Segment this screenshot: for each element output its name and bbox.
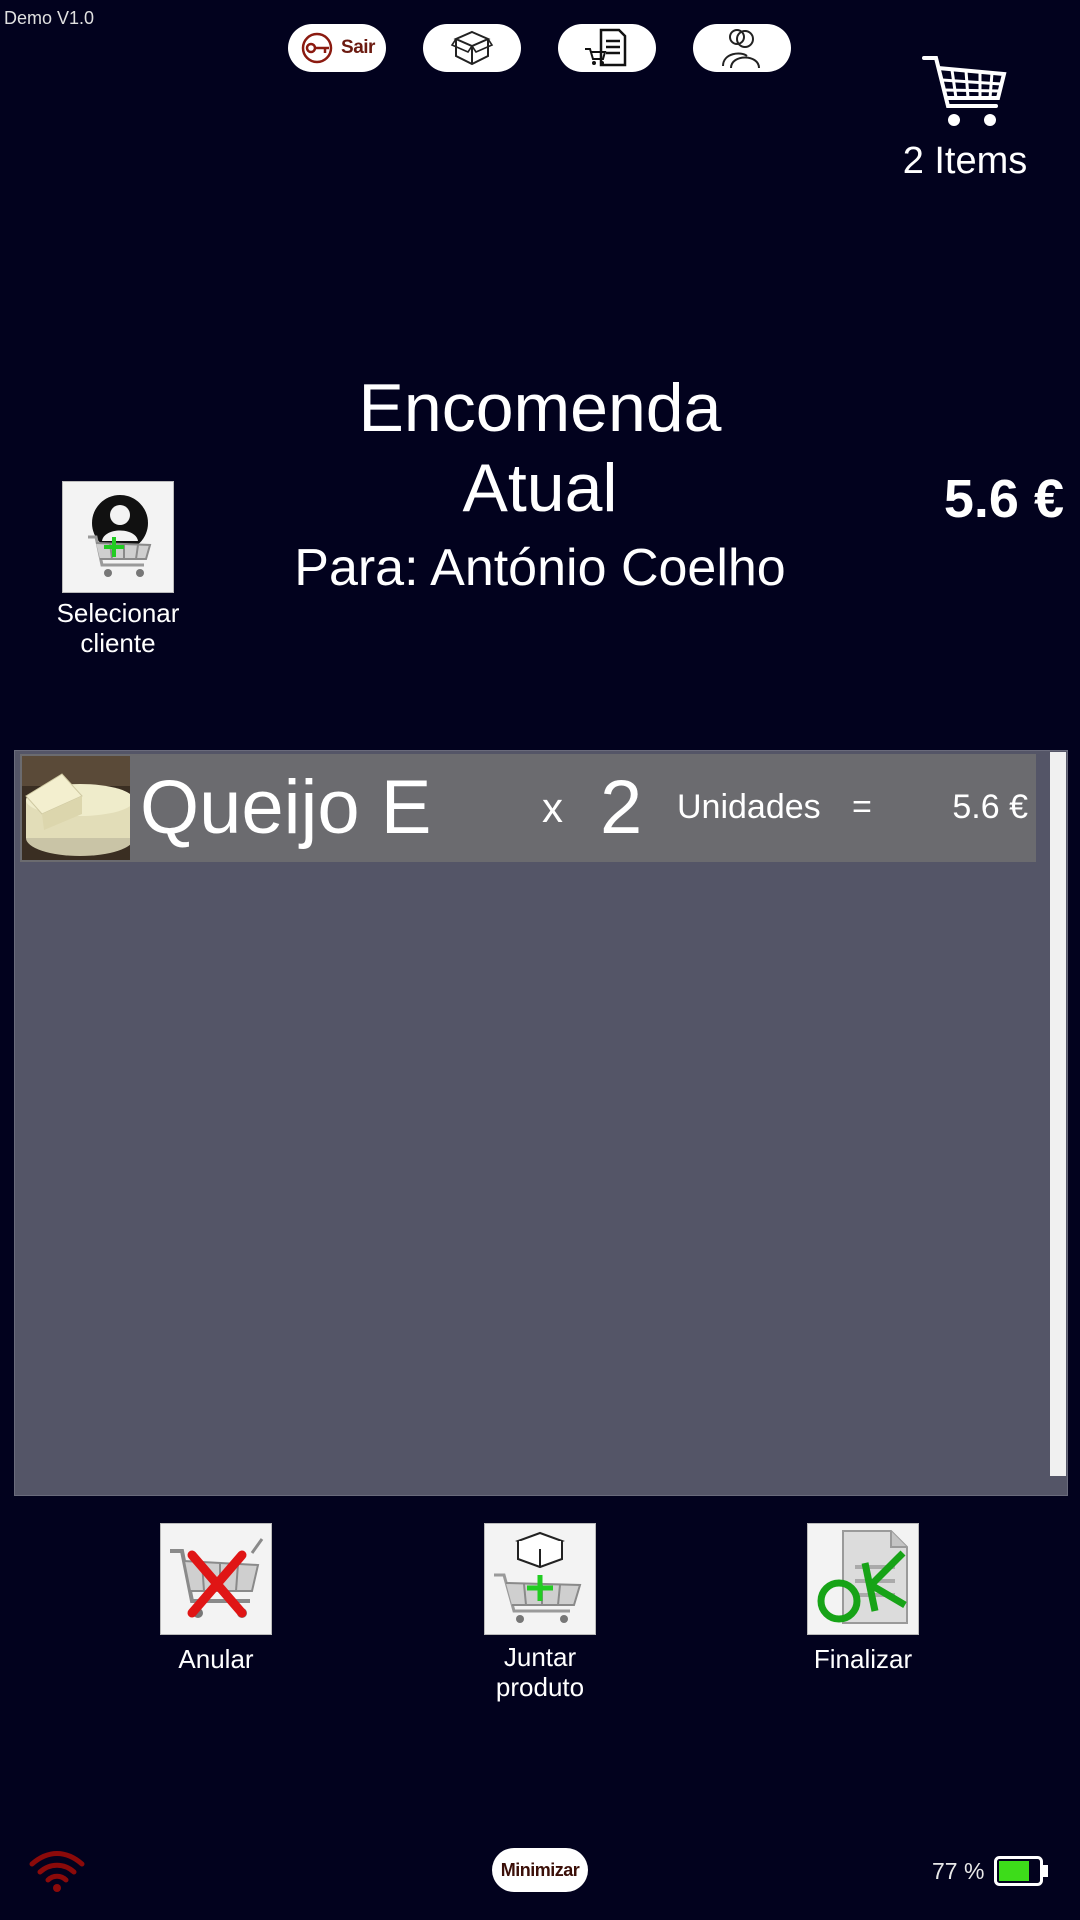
minimize-button[interactable]: Minimizar (492, 1848, 588, 1892)
cart-document-icon (583, 27, 631, 69)
page-title-line1: Encomenda (358, 370, 722, 446)
equals-sign: = (852, 788, 872, 826)
product-name: Queijo E (140, 765, 432, 850)
cart-item-count: 2 Items (902, 140, 1028, 182)
product-image (22, 756, 130, 860)
select-customer-button[interactable] (62, 481, 174, 593)
product-unit: Unidades (677, 788, 821, 826)
add-product-label: Juntar produto (495, 1642, 585, 1702)
add-product-icon (490, 1527, 590, 1632)
cancel-order-button[interactable] (160, 1523, 272, 1635)
cart-icon[interactable] (922, 54, 1008, 137)
box-icon (450, 28, 494, 68)
cancel-order-label: Anular (178, 1644, 254, 1674)
list-scrollbar[interactable] (1050, 752, 1066, 1476)
order-header: Encomenda Atual Para: António Coelho (240, 368, 840, 600)
cancel-cart-icon (166, 1527, 266, 1632)
orders-button[interactable] (558, 24, 656, 72)
exit-label: Sair (341, 37, 375, 58)
finish-order-button[interactable] (807, 1523, 919, 1635)
users-icon (719, 26, 765, 70)
battery-percentage: 77 % (932, 1858, 985, 1884)
battery-icon (994, 1856, 1050, 1891)
finish-order-label: Finalizar (813, 1644, 913, 1674)
page-title-line2: Atual (462, 450, 618, 526)
customer-cart-icon (68, 485, 168, 590)
order-total: 5.6 € (943, 469, 1064, 529)
product-quantity: 2 (600, 765, 643, 850)
product-line-price: 5.6 € (952, 788, 1028, 826)
order-customer: Para: António Coelho (294, 539, 786, 597)
quantity-times-sign: x (542, 784, 563, 831)
customers-button[interactable] (693, 24, 791, 72)
ok-document-icon (813, 1527, 913, 1632)
exit-button[interactable]: Sair (288, 24, 386, 72)
key-icon (299, 32, 337, 64)
wifi-icon (28, 1850, 86, 1899)
version-label: Demo V1.0 (4, 8, 95, 28)
add-product-button[interactable] (484, 1523, 596, 1635)
select-customer-label: Selecionar cliente (56, 598, 180, 658)
products-button[interactable] (423, 24, 521, 72)
